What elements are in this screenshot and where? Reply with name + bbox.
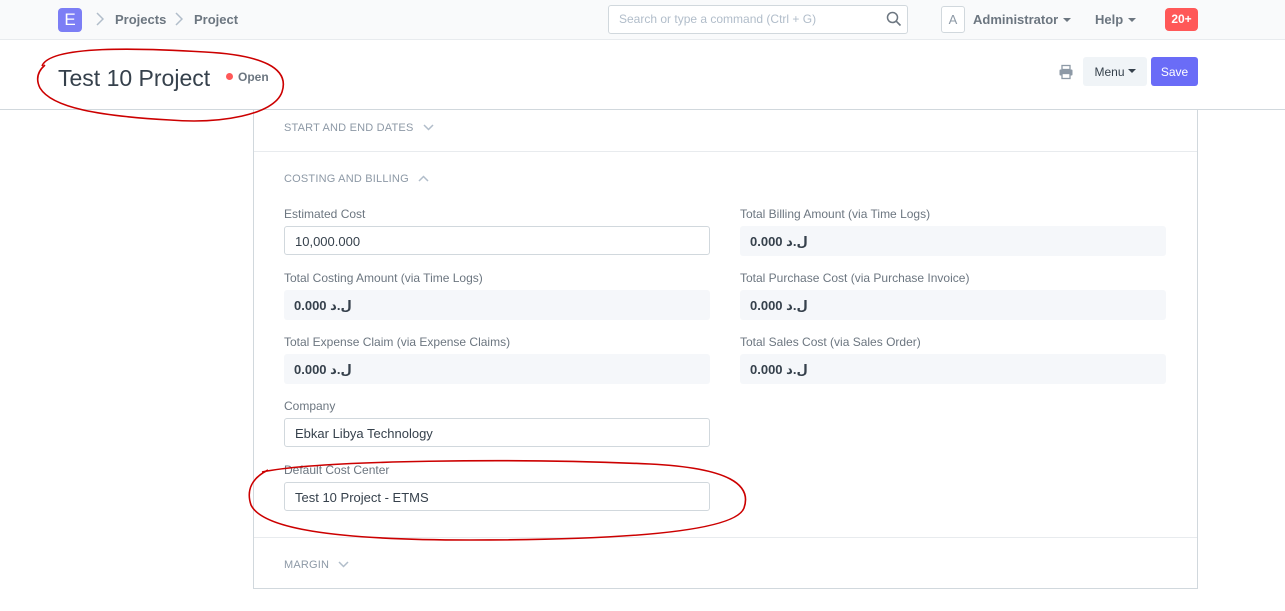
default-cost-center-input[interactable]: Test 10 Project - ETMS bbox=[284, 482, 710, 511]
status-indicator-dot bbox=[226, 73, 233, 80]
menu-button[interactable]: Menu bbox=[1083, 57, 1147, 86]
section-title: MARGIN bbox=[284, 559, 330, 571]
section-margin[interactable]: MARGIN bbox=[284, 558, 349, 572]
notifications-badge[interactable]: 20+ bbox=[1165, 8, 1198, 31]
total-billing-amount-value: ل.د 0.000 bbox=[740, 226, 1166, 256]
status-badge: Open bbox=[238, 70, 269, 84]
page-head: Test 10 Project Open Menu Save bbox=[0, 40, 1285, 110]
total-costing-amount-label: Total Costing Amount (via Time Logs) bbox=[284, 271, 483, 285]
search-input[interactable] bbox=[619, 12, 879, 26]
save-button[interactable]: Save bbox=[1151, 57, 1198, 86]
total-purchase-cost-value: ل.د 0.000 bbox=[740, 290, 1166, 320]
chevron-down-icon bbox=[338, 561, 349, 568]
caret-down-icon bbox=[1127, 69, 1136, 74]
section-title: START AND END DATES bbox=[284, 122, 414, 134]
chevron-up-icon bbox=[418, 175, 429, 182]
section-divider bbox=[254, 151, 1197, 152]
help-menu-label: Help bbox=[1095, 12, 1124, 27]
caret-down-icon bbox=[1063, 17, 1072, 22]
company-label: Company bbox=[284, 399, 336, 413]
user-menu-label: Administrator bbox=[973, 12, 1059, 27]
menu-button-label: Menu bbox=[1094, 64, 1125, 79]
company-input[interactable]: Ebkar Libya Technology bbox=[284, 418, 710, 447]
default-cost-center-label: Default Cost Center bbox=[284, 463, 390, 477]
search-icon[interactable] bbox=[886, 11, 902, 27]
awesomebar bbox=[608, 5, 908, 34]
chevron-right-icon bbox=[96, 12, 104, 26]
estimated-cost-label: Estimated Cost bbox=[284, 207, 366, 221]
print-icon[interactable] bbox=[1058, 64, 1074, 80]
user-menu[interactable]: Administrator bbox=[973, 12, 1072, 28]
breadcrumb-projects[interactable]: Projects bbox=[115, 12, 166, 28]
total-expense-claim-value: ل.د 0.000 bbox=[284, 354, 710, 384]
total-purchase-cost-label: Total Purchase Cost (via Purchase Invoic… bbox=[740, 271, 970, 285]
help-menu[interactable]: Help bbox=[1095, 12, 1137, 28]
form-card: START AND END DATES COSTING AND BILLING … bbox=[253, 110, 1198, 589]
total-costing-amount-value: ل.د 0.000 bbox=[284, 290, 710, 320]
total-expense-claim-label: Total Expense Claim (via Expense Claims) bbox=[284, 335, 511, 349]
chevron-right-icon bbox=[175, 12, 183, 26]
app-logo[interactable]: E bbox=[58, 8, 82, 32]
estimated-cost-input[interactable]: 10,000.000 bbox=[284, 226, 710, 255]
caret-down-icon bbox=[1128, 17, 1137, 22]
total-sales-cost-label: Total Sales Cost (via Sales Order) bbox=[740, 335, 921, 349]
total-billing-amount-label: Total Billing Amount (via Time Logs) bbox=[740, 207, 931, 221]
section-title: COSTING AND BILLING bbox=[284, 173, 409, 185]
chevron-down-icon bbox=[423, 124, 434, 131]
total-sales-cost-value: ل.د 0.000 bbox=[740, 354, 1166, 384]
section-costing-billing[interactable]: COSTING AND BILLING bbox=[284, 172, 429, 186]
breadcrumb-project[interactable]: Project bbox=[194, 12, 238, 28]
top-navbar: E Projects Project A Administrator Help … bbox=[0, 0, 1285, 40]
section-divider bbox=[254, 537, 1197, 538]
avatar[interactable]: A bbox=[941, 6, 965, 33]
section-start-end-dates[interactable]: START AND END DATES bbox=[284, 121, 434, 135]
page-title: Test 10 Project bbox=[58, 65, 211, 91]
